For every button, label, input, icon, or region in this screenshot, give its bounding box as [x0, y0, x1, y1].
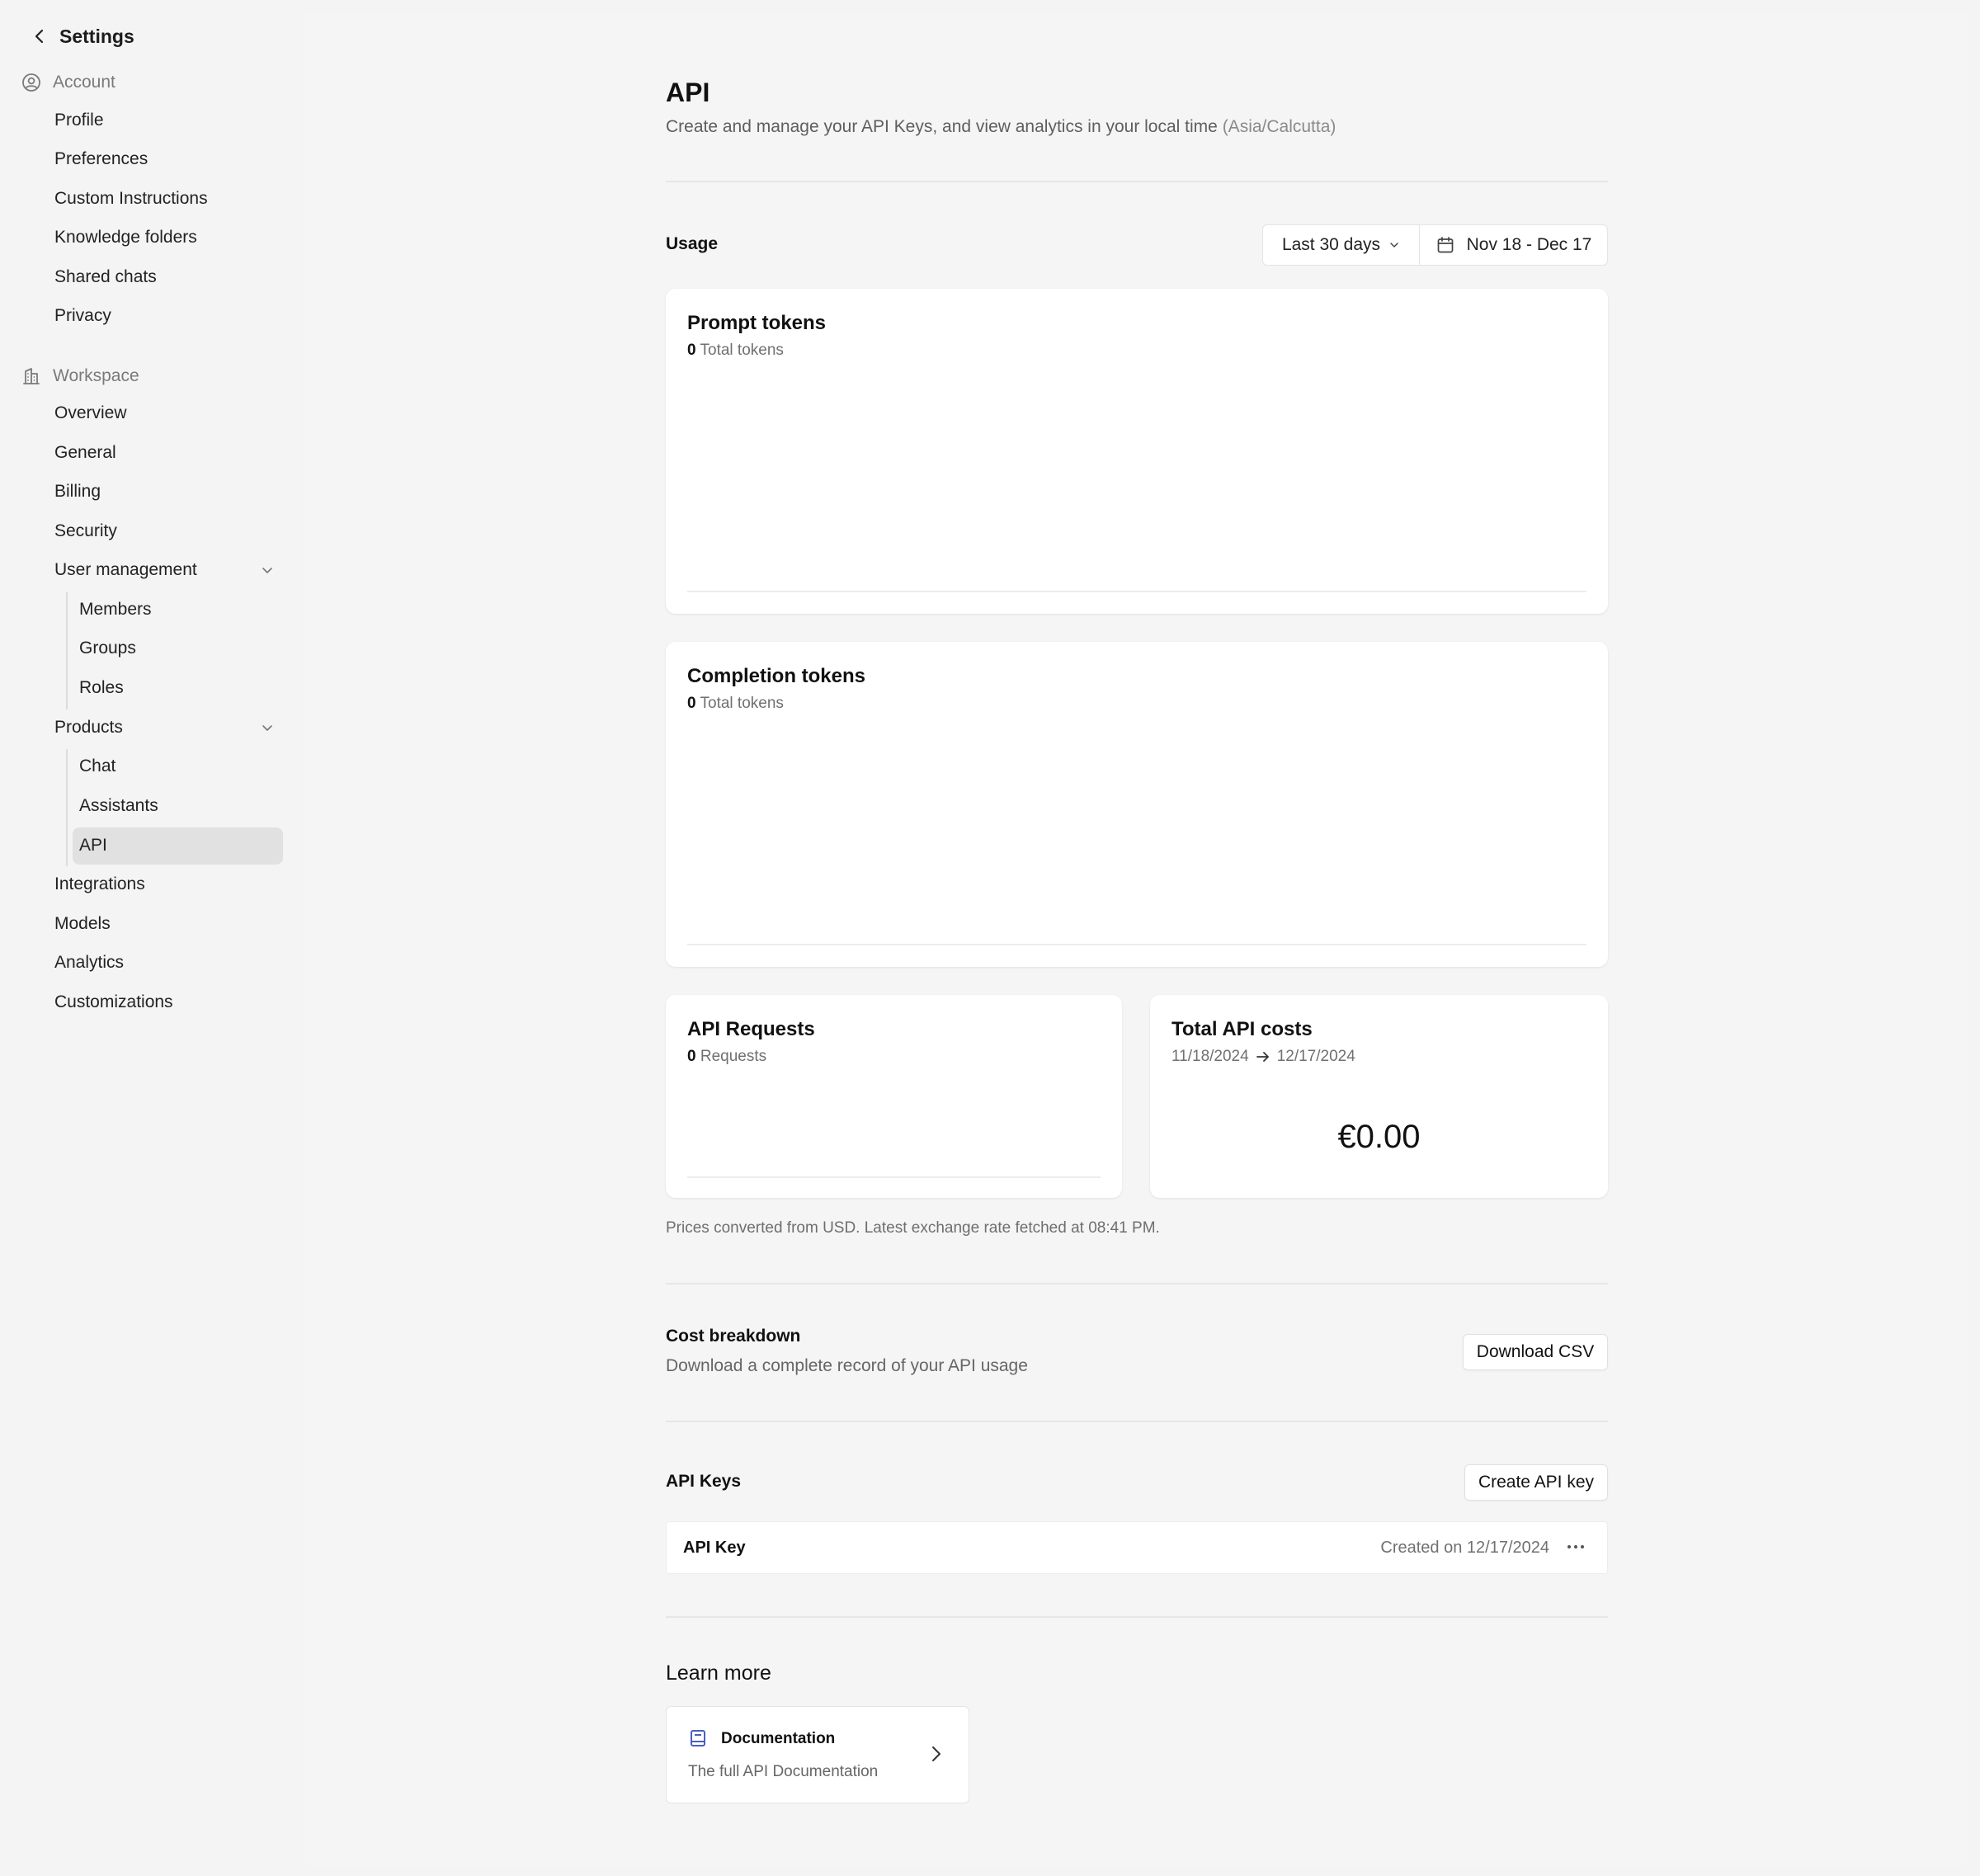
learn-more-title: Learn more [666, 1662, 771, 1685]
divider [666, 181, 1608, 182]
calendar-icon [1437, 237, 1453, 253]
documentation-card[interactable]: Documentation The full API Documentation [666, 1706, 969, 1803]
prompt-tokens-card: Prompt tokens 0 Total tokens [666, 289, 1608, 614]
sidebar-item-shared-chats[interactable]: Shared chats [54, 259, 157, 295]
chart-baseline [687, 1176, 1101, 1178]
range-select[interactable]: Last 30 days [1263, 225, 1420, 265]
settings-title: Settings [59, 25, 134, 47]
card-subtitle: 0 Requests [687, 1048, 766, 1066]
sidebar-item-security[interactable]: Security [54, 513, 117, 549]
sidebar-item-custom-instructions[interactable]: Custom Instructions [54, 181, 208, 217]
sidebar-item-members[interactable]: Members [79, 592, 152, 628]
sidebar-item-general[interactable]: General [54, 435, 116, 471]
arrow-right-icon [1256, 1052, 1269, 1062]
user-circle-icon [22, 73, 40, 92]
divider [666, 1421, 1608, 1422]
api-key-row: API Key Created on 12/17/2024 [666, 1521, 1608, 1574]
card-subtitle: 0 Total tokens [687, 695, 784, 713]
timezone-label: (Asia/Calcutta) [1222, 117, 1336, 136]
account-group-header: Account [21, 73, 116, 92]
sidebar-item-groups[interactable]: Groups [79, 630, 136, 667]
chevron-right-icon [932, 1746, 940, 1761]
range-select-value: Last 30 days [1281, 235, 1381, 254]
create-api-key-button[interactable]: Create API key [1464, 1464, 1608, 1501]
chevron-down-icon [1390, 243, 1398, 247]
workspace-group-header: Workspace [21, 366, 139, 386]
more-options-button[interactable] [1561, 1534, 1591, 1560]
page-subtitle-text: Create and manage your API Keys, and vie… [666, 117, 1218, 136]
completion-tokens-card: Completion tokens 0 Total tokens [666, 642, 1608, 967]
sidebar-item-privacy[interactable]: Privacy [54, 298, 111, 334]
divider [666, 1616, 1608, 1618]
documentation-subtitle: The full API Documentation [688, 1763, 879, 1780]
sidebar-item-products[interactable]: Products [54, 709, 285, 746]
chevron-left-icon [35, 29, 44, 44]
date-range-controls: Last 30 days Nov 18 - Dec 17 [1262, 224, 1608, 266]
api-key-name: API Key [683, 1539, 746, 1557]
sidebar-item-models[interactable]: Models [54, 906, 111, 942]
tree-line [66, 749, 68, 866]
download-csv-button[interactable]: Download CSV [1463, 1334, 1608, 1370]
book-icon [691, 1730, 705, 1746]
products-label: Products [54, 718, 123, 737]
sidebar-item-integrations[interactable]: Integrations [54, 866, 145, 903]
cost-end-date: 12/17/2024 [1276, 1048, 1355, 1065]
cost-start-date: 11/18/2024 [1172, 1048, 1249, 1065]
sidebar-item-chat[interactable]: Chat [79, 748, 116, 785]
total-api-costs-card: Total API costs 11/18/2024 12/17/2024 €0… [1150, 995, 1608, 1198]
api-key-created: Created on 12/17/2024 [1380, 1539, 1549, 1557]
settings-sidebar: Settings Account Profile Preferences Cus… [0, 0, 304, 1876]
building-icon [23, 368, 40, 384]
sidebar-item-knowledge-folders[interactable]: Knowledge folders [54, 219, 197, 256]
account-label: Account [53, 73, 116, 92]
sidebar-item-assistants[interactable]: Assistants [79, 788, 158, 824]
chart-baseline [687, 591, 1586, 592]
token-count: 0 [687, 695, 696, 712]
cost-breakdown-title: Cost breakdown [666, 1327, 801, 1346]
date-range-picker[interactable]: Nov 18 - Dec 17 [1420, 225, 1607, 265]
tree-line [66, 592, 68, 709]
cost-breakdown-subtitle: Download a complete record of your API u… [666, 1356, 1028, 1375]
sidebar-item-user-management[interactable]: User management [54, 552, 285, 588]
settings-back-button[interactable]: Settings [31, 21, 134, 51]
chevron-down-icon [262, 725, 272, 731]
request-count: 0 [687, 1048, 696, 1065]
api-requests-card: API Requests 0 Requests [666, 995, 1122, 1198]
exchange-rate-note: Prices converted from USD. Latest exchan… [666, 1219, 1160, 1237]
sidebar-item-api[interactable]: API [79, 827, 107, 864]
card-title: Completion tokens [687, 665, 866, 687]
token-unit: Total tokens [700, 695, 784, 712]
card-subtitle: 0 Total tokens [687, 342, 784, 360]
user-management-label: User management [54, 560, 197, 579]
chevron-down-icon [262, 568, 272, 573]
sidebar-item-analytics[interactable]: Analytics [54, 945, 124, 981]
cost-period: 11/18/2024 12/17/2024 [1172, 1048, 1355, 1066]
page-subtitle: Create and manage your API Keys, and vie… [666, 117, 1336, 137]
card-title: Prompt tokens [687, 312, 827, 334]
sidebar-item-overview[interactable]: Overview [54, 395, 127, 431]
token-count: 0 [687, 342, 696, 359]
sidebar-item-customizations[interactable]: Customizations [54, 984, 173, 1020]
request-unit: Requests [700, 1048, 767, 1065]
api-keys-label: API Keys [666, 1472, 742, 1491]
sidebar-item-billing[interactable]: Billing [54, 474, 101, 510]
documentation-title: Documentation [721, 1730, 836, 1747]
token-unit: Total tokens [700, 342, 784, 359]
card-title: Total API costs [1172, 1018, 1313, 1040]
usage-label: Usage [666, 234, 719, 253]
card-title: API Requests [687, 1018, 815, 1040]
total-cost-value: €0.00 [1337, 1119, 1421, 1155]
sidebar-item-preferences[interactable]: Preferences [54, 141, 148, 177]
sidebar-item-roles[interactable]: Roles [79, 670, 124, 706]
divider [666, 1283, 1608, 1284]
workspace-label: Workspace [53, 366, 139, 385]
sidebar-item-profile[interactable]: Profile [54, 102, 104, 139]
page-title: API [666, 78, 710, 107]
date-range-value: Nov 18 - Dec 17 [1466, 235, 1592, 254]
chart-baseline [687, 944, 1586, 945]
more-horizontal-icon [1568, 1545, 1584, 1548]
